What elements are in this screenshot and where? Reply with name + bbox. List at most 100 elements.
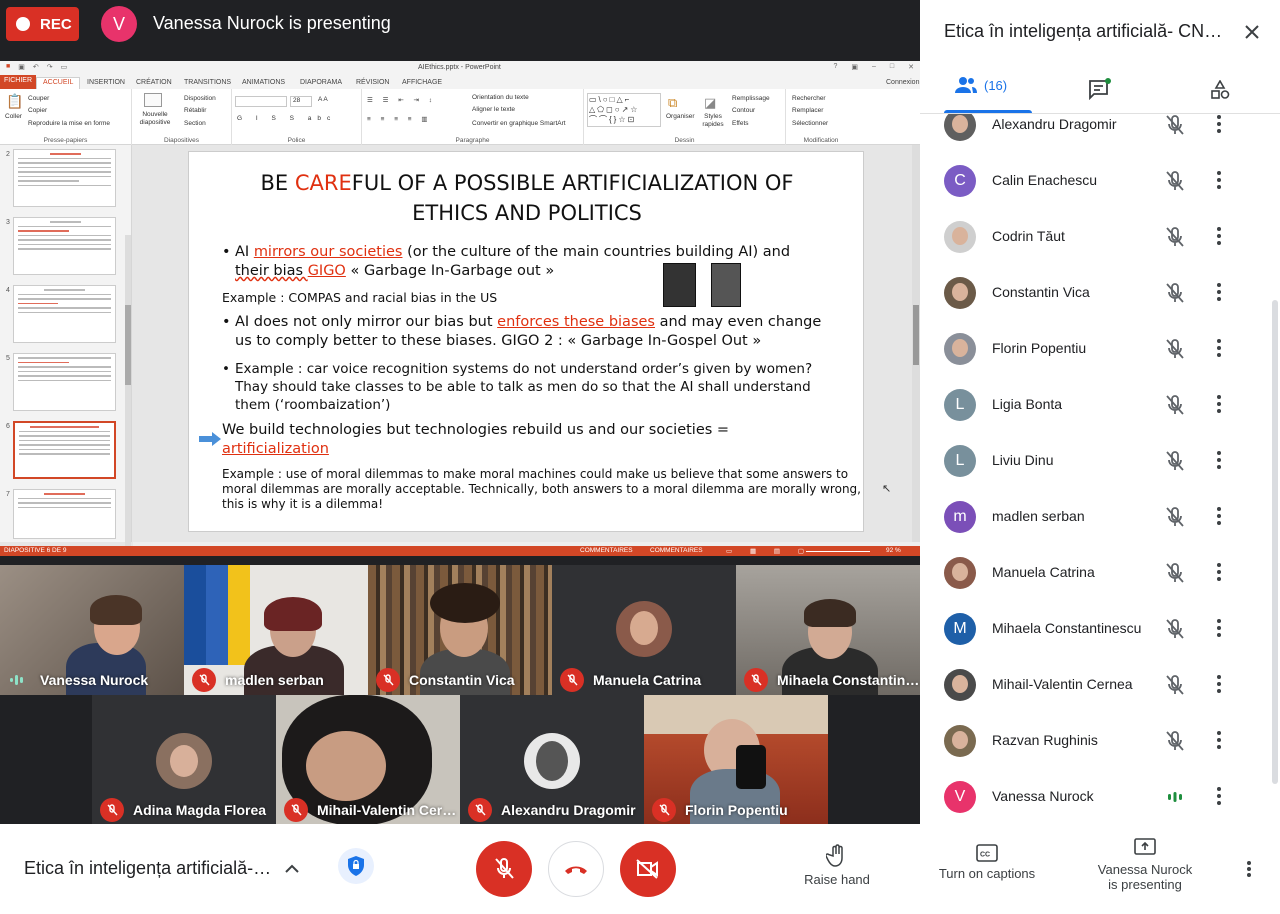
close-window-icon[interactable]: ✕: [908, 63, 914, 71]
more-options-icon[interactable]: [1216, 561, 1222, 588]
participant-row[interactable]: Codrin Tăut: [920, 209, 1270, 265]
tab-slideshow[interactable]: DIAPORAMA: [300, 79, 342, 86]
video-tile[interactable]: Adina Magda Florea: [92, 695, 276, 825]
participant-row[interactable]: C Calin Enachescu: [920, 153, 1270, 209]
quick-styles-button[interactable]: Styles rapides: [698, 113, 728, 129]
tab-people[interactable]: (16): [954, 76, 1007, 94]
slideshow-icon[interactable]: ▭: [61, 63, 68, 71]
arrange-button[interactable]: Organiser: [666, 113, 695, 120]
mic-off-icon[interactable]: [1165, 338, 1185, 365]
leave-call-button[interactable]: [548, 841, 604, 897]
list-icons[interactable]: ☰ ☰ ⇤ ⇥ ↕: [367, 96, 436, 104]
redo-icon[interactable]: ↷: [47, 63, 53, 71]
minimize-icon[interactable]: –: [872, 63, 876, 71]
camera-toggle-button[interactable]: [620, 841, 676, 897]
more-options-icon[interactable]: [1216, 505, 1222, 532]
mic-off-icon[interactable]: [1165, 170, 1185, 197]
align-text-button[interactable]: Aligner le texte: [472, 106, 515, 113]
mic-off-icon[interactable]: [1165, 282, 1185, 309]
font-name-box[interactable]: [235, 96, 287, 107]
layout-button[interactable]: Disposition: [184, 95, 216, 102]
video-tile[interactable]: Alexandru Dragomir: [460, 695, 644, 825]
participant-row[interactable]: Constantin Vica: [920, 265, 1270, 321]
video-tile[interactable]: Constantin Vica: [368, 565, 552, 695]
more-options-icon[interactable]: [1216, 225, 1222, 252]
arrange-icon[interactable]: ⧉: [668, 95, 677, 111]
more-options-icon[interactable]: [1216, 169, 1222, 196]
participant-row[interactable]: L Ligia Bonta: [920, 377, 1270, 433]
video-tile[interactable]: Manuela Catrina: [552, 565, 736, 695]
video-tile[interactable]: Mihail-Valentin Cer…: [276, 695, 460, 825]
mic-off-icon[interactable]: [1165, 114, 1185, 141]
meeting-title[interactable]: Etica în inteligența artificială-…: [24, 858, 271, 879]
tab-file[interactable]: FICHIER: [0, 75, 36, 89]
copy-button[interactable]: Copier: [28, 107, 47, 114]
tab-transitions[interactable]: TRANSITIONS: [184, 79, 231, 86]
close-icon[interactable]: [1242, 22, 1262, 42]
paste-button[interactable]: Coller: [5, 113, 22, 120]
participants-scrollbar[interactable]: [1272, 300, 1278, 784]
align-icons[interactable]: ≡ ≡ ≡ ≡ ▥: [367, 115, 432, 123]
chevron-up-icon[interactable]: [283, 860, 301, 878]
activities-icon[interactable]: [1210, 80, 1230, 100]
font-grow-icon[interactable]: A A: [318, 96, 328, 103]
participant-row[interactable]: Mihail-Valentin Cernea: [920, 657, 1270, 713]
slide-vertical-scrollbar[interactable]: [912, 145, 920, 542]
font-format-icons[interactable]: G I S S abc: [237, 115, 336, 122]
more-options-icon[interactable]: [1216, 729, 1222, 756]
video-tile[interactable]: Florin Popentiu: [644, 695, 828, 825]
section-button[interactable]: Section: [184, 120, 206, 127]
more-options-icon[interactable]: [1216, 449, 1222, 476]
participant-row[interactable]: Manuela Catrina: [920, 545, 1270, 601]
tab-animations[interactable]: ANIMATIONS: [242, 79, 285, 86]
comments-button[interactable]: COMMENTAIRES: [650, 547, 703, 554]
more-options-icon[interactable]: [1216, 337, 1222, 364]
select-button[interactable]: Sélectionner: [792, 120, 828, 127]
reset-button[interactable]: Rétablir: [184, 107, 206, 114]
mic-off-icon[interactable]: [1165, 618, 1185, 645]
more-options-icon[interactable]: [1216, 393, 1222, 420]
shape-fill-button[interactable]: Remplissage: [732, 95, 770, 102]
participant-row[interactable]: V Vanessa Nurock: [920, 769, 1270, 822]
view-buttons[interactable]: ▭ ▦ ▤ ▢: [726, 547, 812, 555]
slide-thumbnail[interactable]: [13, 149, 116, 207]
participant-row[interactable]: m madlen serban: [920, 489, 1270, 545]
slide-thumbnail[interactable]: [13, 217, 116, 275]
new-slide-button[interactable]: Nouvelle diapositive: [135, 111, 175, 127]
mic-off-icon[interactable]: [1165, 226, 1185, 253]
zoom-slider[interactable]: [806, 551, 870, 552]
mic-off-icon[interactable]: [1165, 674, 1185, 701]
mic-off-icon[interactable]: [1165, 506, 1185, 533]
account-link[interactable]: Connexion: [886, 79, 919, 86]
microphone-toggle-button[interactable]: [476, 841, 532, 897]
paste-icon[interactable]: 📋: [6, 93, 23, 110]
help-icon[interactable]: ?: [833, 63, 837, 71]
tab-home[interactable]: ACCUEIL: [36, 77, 81, 89]
recording-badge[interactable]: REC: [6, 7, 79, 41]
undo-icon[interactable]: ↶: [33, 63, 39, 71]
slide-thumbnail[interactable]: [13, 489, 116, 539]
ribbon-options-icon[interactable]: ▣: [851, 63, 858, 71]
mic-off-icon[interactable]: [1165, 394, 1185, 421]
raise-hand-button[interactable]: Raise hand: [802, 844, 872, 887]
cut-button[interactable]: Couper: [28, 95, 49, 102]
more-options-icon[interactable]: [1216, 281, 1222, 308]
maximize-icon[interactable]: □: [890, 63, 894, 71]
mic-off-icon[interactable]: [1165, 562, 1185, 589]
notes-button[interactable]: COMMENTAIRES: [580, 547, 633, 554]
shape-effects-button[interactable]: Effets: [732, 120, 749, 127]
video-tile[interactable]: Vanessa Nurock: [0, 565, 184, 695]
mic-off-icon[interactable]: [1165, 450, 1185, 477]
mic-off-icon[interactable]: [1165, 730, 1185, 757]
more-options-icon[interactable]: [1216, 114, 1222, 140]
replace-button[interactable]: Remplacer: [792, 107, 823, 114]
save-icon[interactable]: ▣: [18, 63, 25, 71]
participant-row[interactable]: L Liviu Dinu: [920, 433, 1270, 489]
slide-thumbnail[interactable]: [13, 353, 116, 411]
participant-row[interactable]: Florin Popentiu: [920, 321, 1270, 377]
font-size-box[interactable]: 28: [290, 96, 312, 107]
captions-button[interactable]: CC Turn on captions: [930, 844, 1044, 881]
video-tile[interactable]: Mihaela Constantin…: [736, 565, 920, 695]
host-controls-button[interactable]: [338, 848, 374, 884]
participant-row[interactable]: M Mihaela Constantinescu: [920, 601, 1270, 657]
